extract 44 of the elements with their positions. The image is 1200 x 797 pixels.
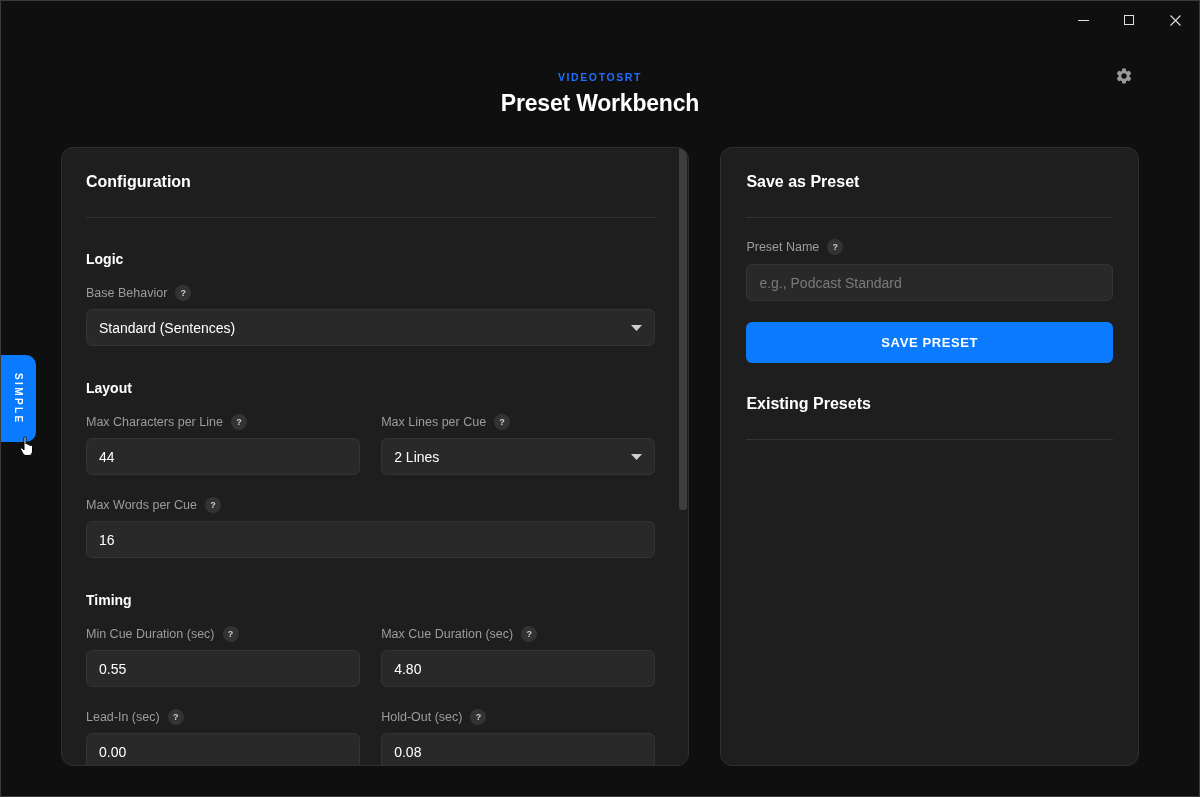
field-label: Min Cue Duration (sec) (86, 626, 215, 642)
input-field[interactable]: 0.08 (381, 733, 656, 765)
field-label: Max Lines per Cue (381, 414, 487, 430)
help-button[interactable]: ? (167, 709, 184, 725)
caret-icon (631, 324, 643, 331)
help-button[interactable]: ? (494, 414, 511, 430)
settings-icon[interactable] (1116, 68, 1132, 84)
section-title: Logic (86, 250, 125, 268)
select-field[interactable]: Standard (Sentences) (86, 309, 656, 346)
input-field[interactable]: 16 (86, 521, 656, 558)
section-title: Layout (86, 379, 133, 397)
mode-tab[interactable]: SIMPLE (1, 355, 36, 442)
hand-cursor-icon (20, 436, 34, 457)
help-button[interactable]: ? (827, 239, 844, 255)
select-field[interactable]: 2 Lines (381, 438, 656, 475)
help-button[interactable]: ? (470, 709, 487, 725)
section-title: Timing (86, 591, 133, 609)
help-button[interactable]: ? (230, 414, 247, 430)
panel-title: Existing Presets (746, 394, 872, 414)
input-field[interactable]: 44 (86, 438, 361, 475)
field-label: Lead-In (sec) (86, 709, 160, 725)
field-label: Max Words per Cue (86, 497, 197, 513)
save-preset-button[interactable]: SAVE PRESET (746, 322, 1113, 363)
field-label: Base Behavior (86, 285, 168, 301)
help-button[interactable]: ? (204, 497, 221, 513)
field-label: Hold-Out (sec) (381, 709, 463, 725)
input-field[interactable]: 4.80 (381, 650, 656, 687)
help-button[interactable]: ? (222, 626, 239, 642)
help-button[interactable]: ? (175, 285, 192, 301)
maximize-icon[interactable] (1124, 15, 1134, 25)
field-label: Preset Name (746, 239, 820, 255)
scrollbar-thumb[interactable] (679, 148, 688, 510)
page-title: Preset Workbench (500, 89, 700, 118)
panel-title: Configuration (86, 172, 192, 192)
app-brand: VIDEOTOSRT (557, 70, 643, 84)
panel-title: Save as Preset (746, 172, 861, 192)
field-label: Max Cue Duration (sec) (381, 626, 514, 642)
help-button[interactable]: ? (521, 626, 538, 642)
minimize-icon[interactable] (1077, 19, 1089, 21)
field-label: Max Characters per Line (86, 414, 223, 430)
close-icon[interactable] (1169, 14, 1181, 26)
caret-icon (631, 453, 643, 460)
input-field[interactable]: 0.55 (86, 650, 361, 687)
input-field[interactable]: 0.00 (86, 733, 361, 765)
